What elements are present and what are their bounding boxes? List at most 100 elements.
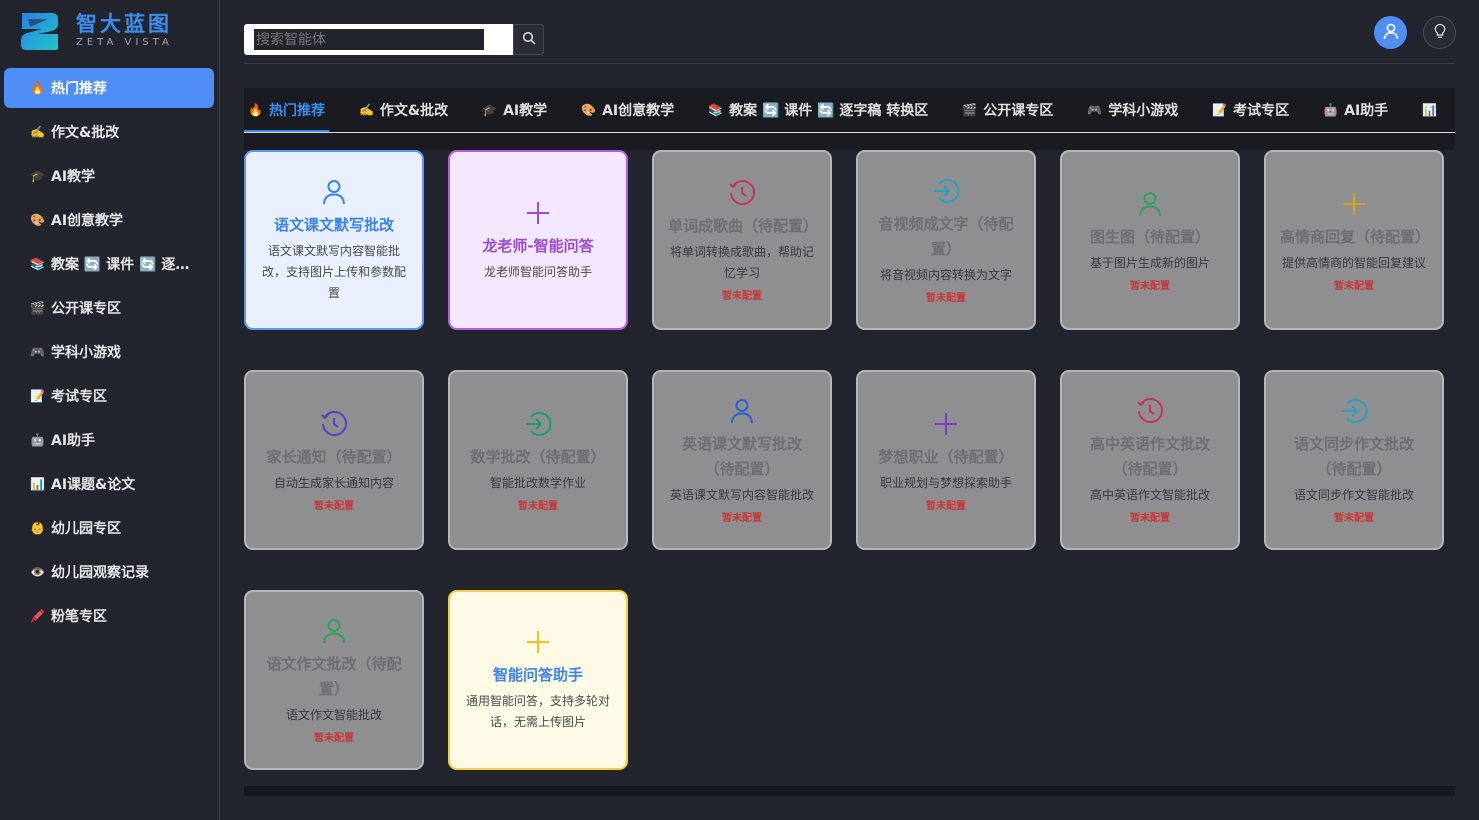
agent-card-title: 语文课文默写批改 [273,215,394,234]
login-icon [524,409,552,439]
plus-icon [933,409,959,439]
sidebar-item-emoji-icon: 📚 [30,257,45,271]
brand-title: 智大蓝图 [76,12,172,36]
agent-card[interactable]: 语文同步作文批改（待配置） 语文同步作文智能批改 暂未配置 [1264,370,1444,550]
lightbulb-icon [1433,23,1447,43]
category-tab[interactable]: 📚 教案 🔄 课件 🔄 逐字稿 转换区 [708,88,928,132]
agent-card[interactable]: 音视频成文字（待配置） 将音视频内容转换为文字 暂未配置 [856,150,1036,330]
sidebar-item[interactable]: 👁️ 幼儿园观察记录 [4,552,214,592]
theme-toggle-button[interactable] [1423,16,1456,49]
tab-emoji-icon: 🎬 [962,103,978,117]
sidebar-item-label: 学科小游戏 [51,345,121,361]
tab-emoji-icon: 🤖 [1323,103,1339,117]
agent-card-description: 将单词转换成歌曲，帮助记忆学习 [669,245,814,280]
tab-label: AI教学 [503,103,548,119]
sidebar-item[interactable]: ✍️ 作文&批改 [4,112,214,152]
search-box [244,24,513,55]
agent-card[interactable]: 英语课文默写批改（待配置） 英语课文默写内容智能批改 暂未配置 [652,370,832,550]
agent-card-status: 暂未配置 [926,293,966,304]
sidebar-item[interactable]: 🔥 热门推荐 [4,68,214,108]
sidebar-item[interactable]: 🖍️ 粉笔专区 [4,596,214,636]
agent-card[interactable]: 高中英语作文批改（待配置） 高中英语作文智能批改 暂未配置 [1060,370,1240,550]
category-tab[interactable]: 🎓 AI教学 [482,88,547,132]
agent-card[interactable]: 家长通知（待配置） 自动生成家长通知内容 暂未配置 [244,370,424,550]
agent-card-status: 暂未配置 [314,500,354,512]
header-divider [244,63,1455,64]
agent-card-description: 语文同步作文智能批改 [1293,488,1414,502]
sidebar-item-emoji-icon: 👶 [30,521,45,535]
agent-card[interactable]: 图生图（待配置） 基于图片生成新的图片 暂未配置 [1060,150,1240,330]
agent-card-title: 语文作文批改（待配置） [266,655,402,698]
sidebar-item-label: 幼儿园观察记录 [51,565,149,581]
agent-card-title: 梦想职业（待配置） [878,447,1014,466]
tab-label: 公开课专区 [983,103,1054,119]
history-icon [320,409,348,439]
sidebar-item[interactable]: 🎮 学科小游戏 [4,332,214,372]
tab-emoji-icon: 📚 [708,103,724,117]
agent-card[interactable]: 梦想职业（待配置） 职业规划与梦想探索助手 暂未配置 [856,370,1036,550]
tab-label: 学科小游戏 [1108,103,1179,119]
tab-emoji-icon: 🎓 [482,103,498,117]
category-tab[interactable]: 🔥 热门推荐 [244,88,329,132]
sidebar-item[interactable]: 🎨 AI创意教学 [4,200,214,240]
agent-card-title: 高情商回复（待配置） [1280,227,1431,246]
sidebar-item-emoji-icon: ✍️ [30,125,45,139]
tabs-more-button[interactable]: ··· [1424,100,1437,116]
user-avatar-button[interactable] [1374,16,1407,49]
agent-card[interactable]: 数学批改（待配置） 智能批改数学作业 暂未配置 [448,370,628,550]
sidebar-item[interactable]: 🤖 AI助手 [4,420,214,460]
agent-card-title: 音视频成文字（待配置） [878,215,1014,258]
sidebar-item-label: AI助手 [51,433,96,449]
agent-card-description: 语文作文智能批改 [285,708,382,722]
plus-icon [525,198,551,228]
search-button[interactable] [513,24,544,55]
agent-card-description: 基于图片生成新的图片 [1089,255,1210,270]
agent-card[interactable]: 高情商回复（待配置） 提供高情商的智能回复建议 暂未配置 [1264,150,1444,330]
agent-card-status: 暂未配置 [926,500,966,512]
sidebar-item[interactable]: 📊 AI课题&论文 [4,464,214,504]
category-tab[interactable]: ✍️ 作文&批改 [359,88,448,132]
user-icon [1382,22,1400,44]
tab-label: 考试专区 [1233,103,1290,119]
sidebar-item[interactable]: 👶 幼儿园专区 [4,508,214,548]
tab-label: 热门推荐 [268,103,325,119]
user-icon [1137,189,1163,219]
bottom-scroll-bar [244,786,1455,796]
sidebar-item-label: 热门推荐 [51,81,107,97]
category-tab[interactable]: 🎮 学科小游戏 [1087,88,1178,132]
sidebar-item[interactable]: 🎓 AI教学 [4,156,214,196]
agent-card-title: 家长通知（待配置） [266,447,402,466]
agent-card-title: 英语课文默写批改（待配置） [681,435,802,478]
sidebar-item-emoji-icon: 🎨 [30,213,45,227]
logo[interactable]: 智大蓝图 ZETA VISTA [18,10,173,52]
sidebar-item-label: 作文&批改 [51,125,120,141]
agent-card[interactable]: 龙老师-智能问答龙老师智能问答助手 [448,150,628,330]
sidebar-item-emoji-icon: 🎮 [30,345,45,359]
tab-emoji-icon: 🎮 [1087,103,1103,117]
sidebar-item-emoji-icon: 👁️ [30,565,45,579]
tab-emoji-icon: ✍️ [358,103,374,117]
category-tab[interactable]: 📝 考试专区 [1212,88,1289,132]
agent-card-status: 暂未配置 [314,733,354,744]
agent-card-description: 龙老师智能问答助手 [483,264,592,279]
agent-card-title: 龙老师-智能问答 [482,236,594,255]
category-tab[interactable]: 🤖 AI助手 [1323,88,1388,132]
sidebar-item-emoji-icon: 🎬 [30,301,45,315]
sidebar-item[interactable]: 🎬 公开课专区 [4,288,214,328]
sidebar-item[interactable]: 📝 考试专区 [4,376,214,416]
agent-card[interactable]: 语文作文批改（待配置） 语文作文智能批改 暂未配置 [244,590,424,770]
sidebar-item-emoji-icon: 🖍️ [30,609,45,623]
agent-card[interactable]: 语文课文默写批改 语文课文默写内容智能批改，支持图片上传和参数配置 [244,150,424,330]
brand-subtitle: ZETA VISTA [76,37,173,48]
agent-card[interactable]: 单词成歌曲（待配置） 将单词转换成歌曲，帮助记忆学习 暂未配置 [652,150,832,330]
agent-card-title: 图生图（待配置） [1089,227,1210,246]
agent-card[interactable]: 智能问答助手 通用智能问答，支持多轮对话，无需上传图片 [448,590,628,770]
tab-emoji-icon: 🔥 [248,103,263,117]
tab-label: AI助手 [1344,103,1389,119]
category-tab[interactable]: 🎬 公开课专区 [962,88,1053,132]
sidebar-item[interactable]: 📚 教案 🔄 课件 🔄 逐字稿... [4,244,214,284]
tab-label: AI创意教学 [602,103,675,119]
search-input[interactable] [254,29,484,50]
sidebar-item-label: AI课题&论文 [51,477,136,493]
category-tab[interactable]: 🎨 AI创意教学 [581,88,674,132]
